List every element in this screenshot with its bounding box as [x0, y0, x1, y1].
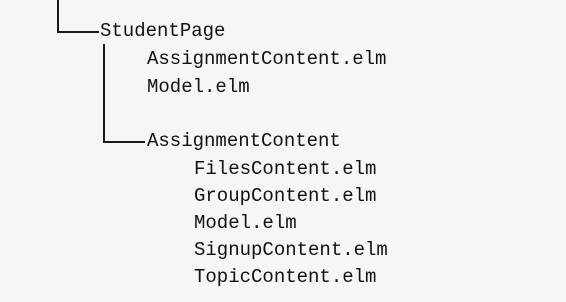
folder-assignment-content[interactable]: AssignmentContent [147, 129, 341, 153]
tree-connector-horizontal [103, 141, 145, 143]
tree-connector-vertical [57, 0, 59, 32]
file-item[interactable]: Model.elm [194, 211, 297, 235]
file-item[interactable]: FilesContent.elm [194, 157, 376, 181]
file-item[interactable]: AssignmentContent.elm [147, 47, 386, 71]
file-item[interactable]: Model.elm [147, 75, 250, 99]
file-tree-panel: StudentPage AssignmentContent.elm Model.… [0, 0, 566, 302]
folder-student-page[interactable]: StudentPage [100, 19, 225, 43]
file-item[interactable]: GroupContent.elm [194, 184, 376, 208]
file-item[interactable]: SignupContent.elm [194, 238, 388, 262]
file-tree: StudentPage AssignmentContent.elm Model.… [0, 0, 566, 302]
tree-connector-vertical [103, 44, 105, 142]
tree-connector-horizontal [57, 31, 99, 33]
file-item[interactable]: TopicContent.elm [194, 265, 376, 289]
